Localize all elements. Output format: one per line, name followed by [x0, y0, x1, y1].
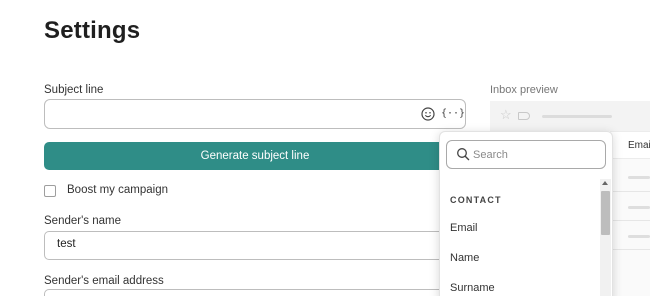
dropdown-option-name[interactable]: Name: [450, 252, 479, 264]
boost-campaign-checkbox[interactable]: [44, 185, 56, 197]
sender-name-input[interactable]: [44, 231, 466, 260]
dropdown-search-input[interactable]: [473, 146, 598, 163]
sender-email-input[interactable]: [44, 289, 466, 296]
smiley-icon[interactable]: [420, 106, 436, 122]
inbox-placeholder-bar: [628, 176, 650, 179]
inbox-placeholder-bar: [628, 206, 650, 209]
sender-email-label: Sender's email address: [44, 275, 164, 287]
label-tag-icon: [518, 112, 530, 120]
inbox-row-divider: [612, 191, 650, 192]
inbox-email-tab: Email: [628, 140, 650, 151]
search-icon: [457, 148, 470, 161]
inbox-row-divider: [612, 220, 650, 221]
boost-campaign-label: Boost my campaign: [67, 184, 168, 196]
sender-name-label: Sender's name: [44, 215, 121, 227]
subject-line-label: Subject line: [44, 84, 104, 96]
scroll-up-arrow-icon[interactable]: [602, 181, 608, 185]
inbox-preview-label: Inbox preview: [490, 84, 558, 96]
dropdown-option-email[interactable]: Email: [450, 222, 478, 234]
page-title: Settings: [44, 17, 141, 44]
star-icon: ☆: [500, 107, 512, 122]
inbox-placeholder-bar: [542, 115, 612, 118]
inbox-placeholder-bar: [628, 235, 650, 238]
sender-name-value: test: [57, 238, 76, 250]
variable-braces-icon[interactable]: {··}: [441, 106, 465, 122]
inbox-row-divider: [612, 249, 650, 250]
dropdown-scrollbar-thumb[interactable]: [601, 191, 610, 235]
subject-line-input[interactable]: [44, 99, 466, 129]
contact-section-heading: CONTACT: [450, 195, 502, 205]
generate-subject-line-button[interactable]: Generate subject line: [44, 142, 466, 170]
dropdown-option-surname[interactable]: Surname: [450, 282, 495, 294]
